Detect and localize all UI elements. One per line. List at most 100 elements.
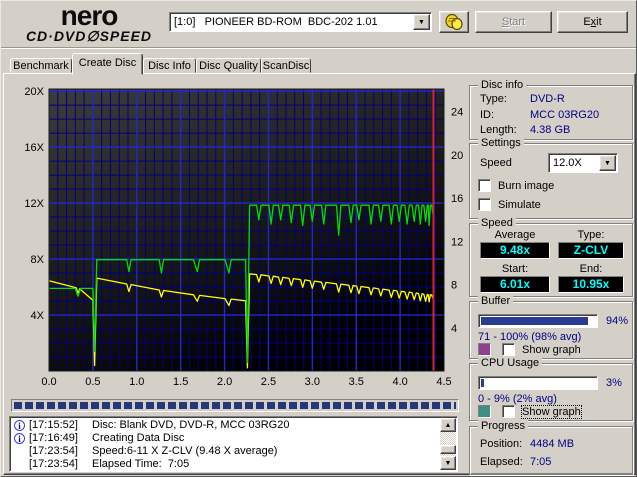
buffer-title: Buffer	[478, 295, 514, 307]
disc-type-value: DVD-R	[530, 93, 565, 105]
speed-select-value: 12.0X	[553, 157, 582, 169]
buffer-group: Buffer 94% 71 - 100% (98% avg) Show grap…	[469, 295, 633, 359]
svg-text:2.5: 2.5	[261, 376, 276, 388]
cpu-usage-bar	[478, 376, 598, 390]
svg-text:0.5: 0.5	[85, 376, 100, 388]
svg-text:16: 16	[451, 193, 463, 205]
scroll-up-button[interactable]: ▲	[440, 418, 456, 432]
cpu-percent: 3%	[606, 377, 622, 389]
speed-type-display: Z-CLV	[558, 242, 624, 259]
simulate-label: Simulate	[498, 199, 541, 211]
svg-text:3.0: 3.0	[305, 376, 320, 388]
svg-text:20: 20	[451, 150, 463, 162]
buffer-graph-color-swatch	[478, 343, 491, 356]
elapsed-label: Elapsed:	[480, 456, 523, 468]
start-speed-label: Start:	[501, 263, 529, 275]
scroll-down-icon: ▼	[444, 460, 452, 467]
tab-create-disc[interactable]: Create Disc	[72, 53, 143, 75]
average-speed-display: 9.48x	[480, 242, 550, 259]
log-scrollbar[interactable]: ▲ ▼	[440, 418, 456, 470]
simulate-checkbox[interactable]	[478, 198, 491, 211]
progress-title: Progress	[478, 420, 529, 432]
speed-select-label: Speed	[480, 157, 512, 169]
tab-disc-info[interactable]: Disc Info	[143, 58, 196, 73]
end-speed-display: 10.95x	[558, 276, 624, 293]
buffer-level-bar	[478, 314, 598, 328]
drive-selector-dropdown-button[interactable]: ▼	[413, 14, 430, 30]
speed-group: Speed Average Type: 9.48x Z-CLV Start: E…	[469, 217, 633, 297]
start-button[interactable]: Start	[475, 11, 552, 33]
header-divider	[1, 47, 636, 49]
svg-text:0.0: 0.0	[41, 376, 56, 388]
average-speed-label: Average	[494, 229, 536, 241]
svg-text:8X: 8X	[31, 254, 45, 266]
progress-group: Progress Position: 4484 MB Elapsed: 7:05	[469, 420, 633, 475]
svg-text:16X: 16X	[24, 142, 44, 154]
scroll-down-button[interactable]: ▼	[440, 456, 456, 470]
disc-id-value: MCC 03RG20	[530, 109, 600, 121]
settings-group: Settings Speed 12.0X ▼ Burn image Simula…	[469, 137, 633, 219]
cpu-show-graph-label: Show graph	[521, 405, 582, 419]
log-message: Creating Data Disc	[92, 432, 185, 444]
buffer-percent: 94%	[606, 315, 629, 327]
log-timestamp: [17:23:54]	[29, 458, 78, 470]
cpu-range: 0 - 9% (2% avg)	[478, 393, 557, 405]
disc-info-group: Disc info Type: DVD-R ID: MCC 03RG20 Len…	[469, 79, 633, 140]
write-progress-bar	[11, 399, 459, 412]
svg-text:4: 4	[451, 323, 457, 335]
elapsed-value: 7:05	[530, 456, 552, 468]
svg-text:12: 12	[451, 236, 463, 248]
svg-text:24: 24	[451, 107, 463, 119]
position-label: Position:	[480, 438, 523, 450]
hands-icon	[445, 13, 463, 31]
exit-label-post: it	[596, 16, 602, 28]
cpu-usage-fill	[481, 379, 485, 387]
svg-text:20X: 20X	[24, 86, 44, 98]
log-timestamp: [17:15:52]	[29, 419, 78, 431]
exit-button[interactable]: Exit	[557, 11, 628, 33]
buffer-show-graph-checkbox[interactable]	[502, 343, 515, 356]
disc-length-label: Length:	[480, 124, 517, 136]
burn-image-checkbox[interactable]	[478, 179, 491, 192]
log-row: [17:23:54] Elapsed Time: 7:05	[10, 458, 430, 471]
log-message: Elapsed Time: 7:05	[92, 458, 190, 470]
burn-image-label: Burn image	[498, 180, 555, 192]
scrollbar-thumb[interactable]	[440, 445, 456, 454]
cpu-usage-group: CPU Usage 3% 0 - 9% (2% avg) Show graph	[469, 357, 633, 421]
drive-selector-combobox[interactable]: [1:0] PIONEER BD-ROM BDC-202 1.01 ▼	[169, 12, 432, 32]
cd-dvd-speed-logo-text: CD·DVD∅SPEED	[25, 28, 153, 44]
speed-group-title: Speed	[478, 217, 516, 229]
speed-select-combobox[interactable]: 12.0X ▼	[548, 153, 618, 173]
nero-logo-text: nero	[60, 0, 119, 31]
tab-disc-quality[interactable]: Disc Quality	[196, 58, 261, 73]
tools-button[interactable]	[439, 11, 469, 33]
cpu-show-graph-checkbox[interactable]	[502, 405, 515, 418]
disc-id-label: ID:	[480, 109, 495, 121]
speed-select-dropdown-button[interactable]: ▼	[599, 155, 616, 171]
status-log: i [17:15:52] Disc: Blank DVD, DVD-R, MCC…	[9, 416, 458, 472]
svg-text:4.5: 4.5	[436, 376, 451, 388]
svg-text:8: 8	[451, 280, 457, 292]
drive-selector-value: [1:0] PIONEER BD-ROM BDC-202 1.01	[174, 16, 378, 28]
tab-benchmark[interactable]: Benchmark	[10, 58, 72, 73]
log-timestamp: [17:16:49]	[29, 432, 78, 444]
log-row: i [17:16:49] Creating Data Disc	[10, 432, 430, 445]
info-icon: i	[14, 420, 25, 431]
scroll-up-icon: ▲	[444, 422, 452, 429]
nero-logo: nero CD·DVD∅SPEED	[9, 0, 169, 44]
buffer-range: 71 - 100% (98% avg)	[478, 331, 582, 343]
cpu-usage-title: CPU Usage	[478, 357, 543, 369]
start-label-post: tart	[509, 16, 526, 28]
log-message: Speed:6-11 X Z-CLV (9.48 X average)	[92, 445, 278, 457]
tab-scandisc[interactable]: ScanDisc	[261, 58, 311, 73]
exit-label-pre: E	[583, 16, 591, 28]
speed-type-label: Type:	[577, 229, 605, 241]
log-row: i [17:15:52] Disc: Blank DVD, DVD-R, MCC…	[10, 419, 430, 432]
svg-text:4.0: 4.0	[392, 376, 407, 388]
start-speed-display: 6.01x	[480, 276, 550, 293]
position-value: 4484 MB	[530, 438, 575, 450]
disc-info-title: Disc info	[478, 79, 527, 91]
end-speed-label: End:	[579, 263, 603, 275]
info-icon: i	[14, 433, 25, 444]
cpu-graph-color-swatch	[478, 405, 491, 418]
